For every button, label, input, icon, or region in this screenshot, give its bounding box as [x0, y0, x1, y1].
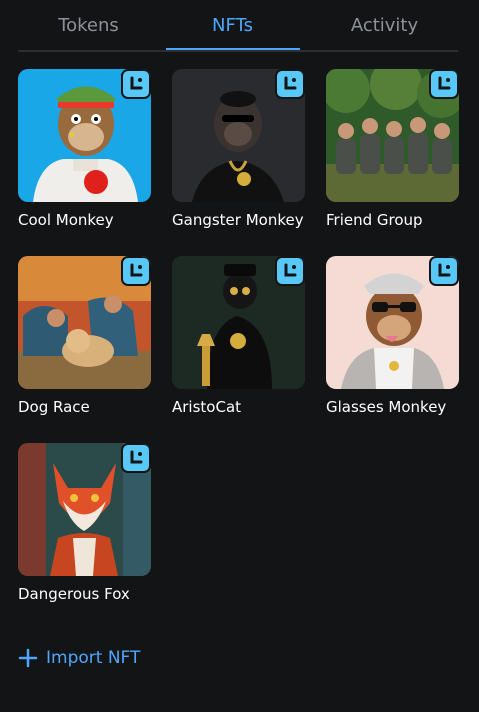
- nft-name: Dog Race: [18, 398, 90, 416]
- collectible-badge-icon: [429, 69, 459, 99]
- tab-bar: Tokens NFTs Activity: [18, 0, 458, 52]
- nft-name: Glasses Monkey: [326, 398, 447, 416]
- collectible-badge-icon: [121, 69, 151, 99]
- import-nft-label: Import NFT: [46, 648, 141, 668]
- nft-image[interactable]: [326, 69, 459, 202]
- nft-card-gangster-monkey[interactable]: Gangster Monkey: [172, 69, 305, 229]
- nft-image[interactable]: [18, 69, 151, 202]
- nft-card-dangerous-fox[interactable]: Dangerous Fox: [18, 443, 151, 603]
- nft-name: Dangerous Fox: [18, 585, 130, 603]
- active-tab-indicator: [166, 48, 300, 50]
- nft-image[interactable]: [18, 256, 151, 389]
- collectible-badge-icon: [121, 443, 151, 473]
- collectible-badge-icon: [429, 256, 459, 286]
- nft-name: AristoCat: [172, 398, 242, 416]
- nft-name: Gangster Monkey: [172, 211, 304, 229]
- collectible-badge-icon: [275, 69, 305, 99]
- nft-image[interactable]: [172, 69, 305, 202]
- nft-card-glasses-monkey[interactable]: Glasses Monkey: [326, 256, 459, 416]
- plus-icon: [18, 648, 38, 668]
- collectible-badge-icon: [275, 256, 305, 286]
- nft-card-aristocat[interactable]: AristoCat: [172, 256, 305, 416]
- nft-name: Friend Group: [326, 211, 423, 229]
- nft-image[interactable]: [326, 256, 459, 389]
- tab-nfts[interactable]: NFTs: [166, 0, 299, 50]
- collectible-badge-icon: [121, 256, 151, 286]
- nft-image[interactable]: [18, 443, 151, 576]
- tab-tokens[interactable]: Tokens: [22, 0, 155, 50]
- nft-card-dog-race[interactable]: Dog Race: [18, 256, 151, 416]
- nft-name: Cool Monkey: [18, 211, 114, 229]
- nft-card-cool-monkey[interactable]: Cool Monkey: [18, 69, 151, 229]
- import-nft-button[interactable]: Import NFT: [18, 644, 140, 672]
- nft-card-friend-group[interactable]: Friend Group: [326, 69, 459, 229]
- tab-activity[interactable]: Activity: [318, 0, 451, 50]
- nft-image[interactable]: [172, 256, 305, 389]
